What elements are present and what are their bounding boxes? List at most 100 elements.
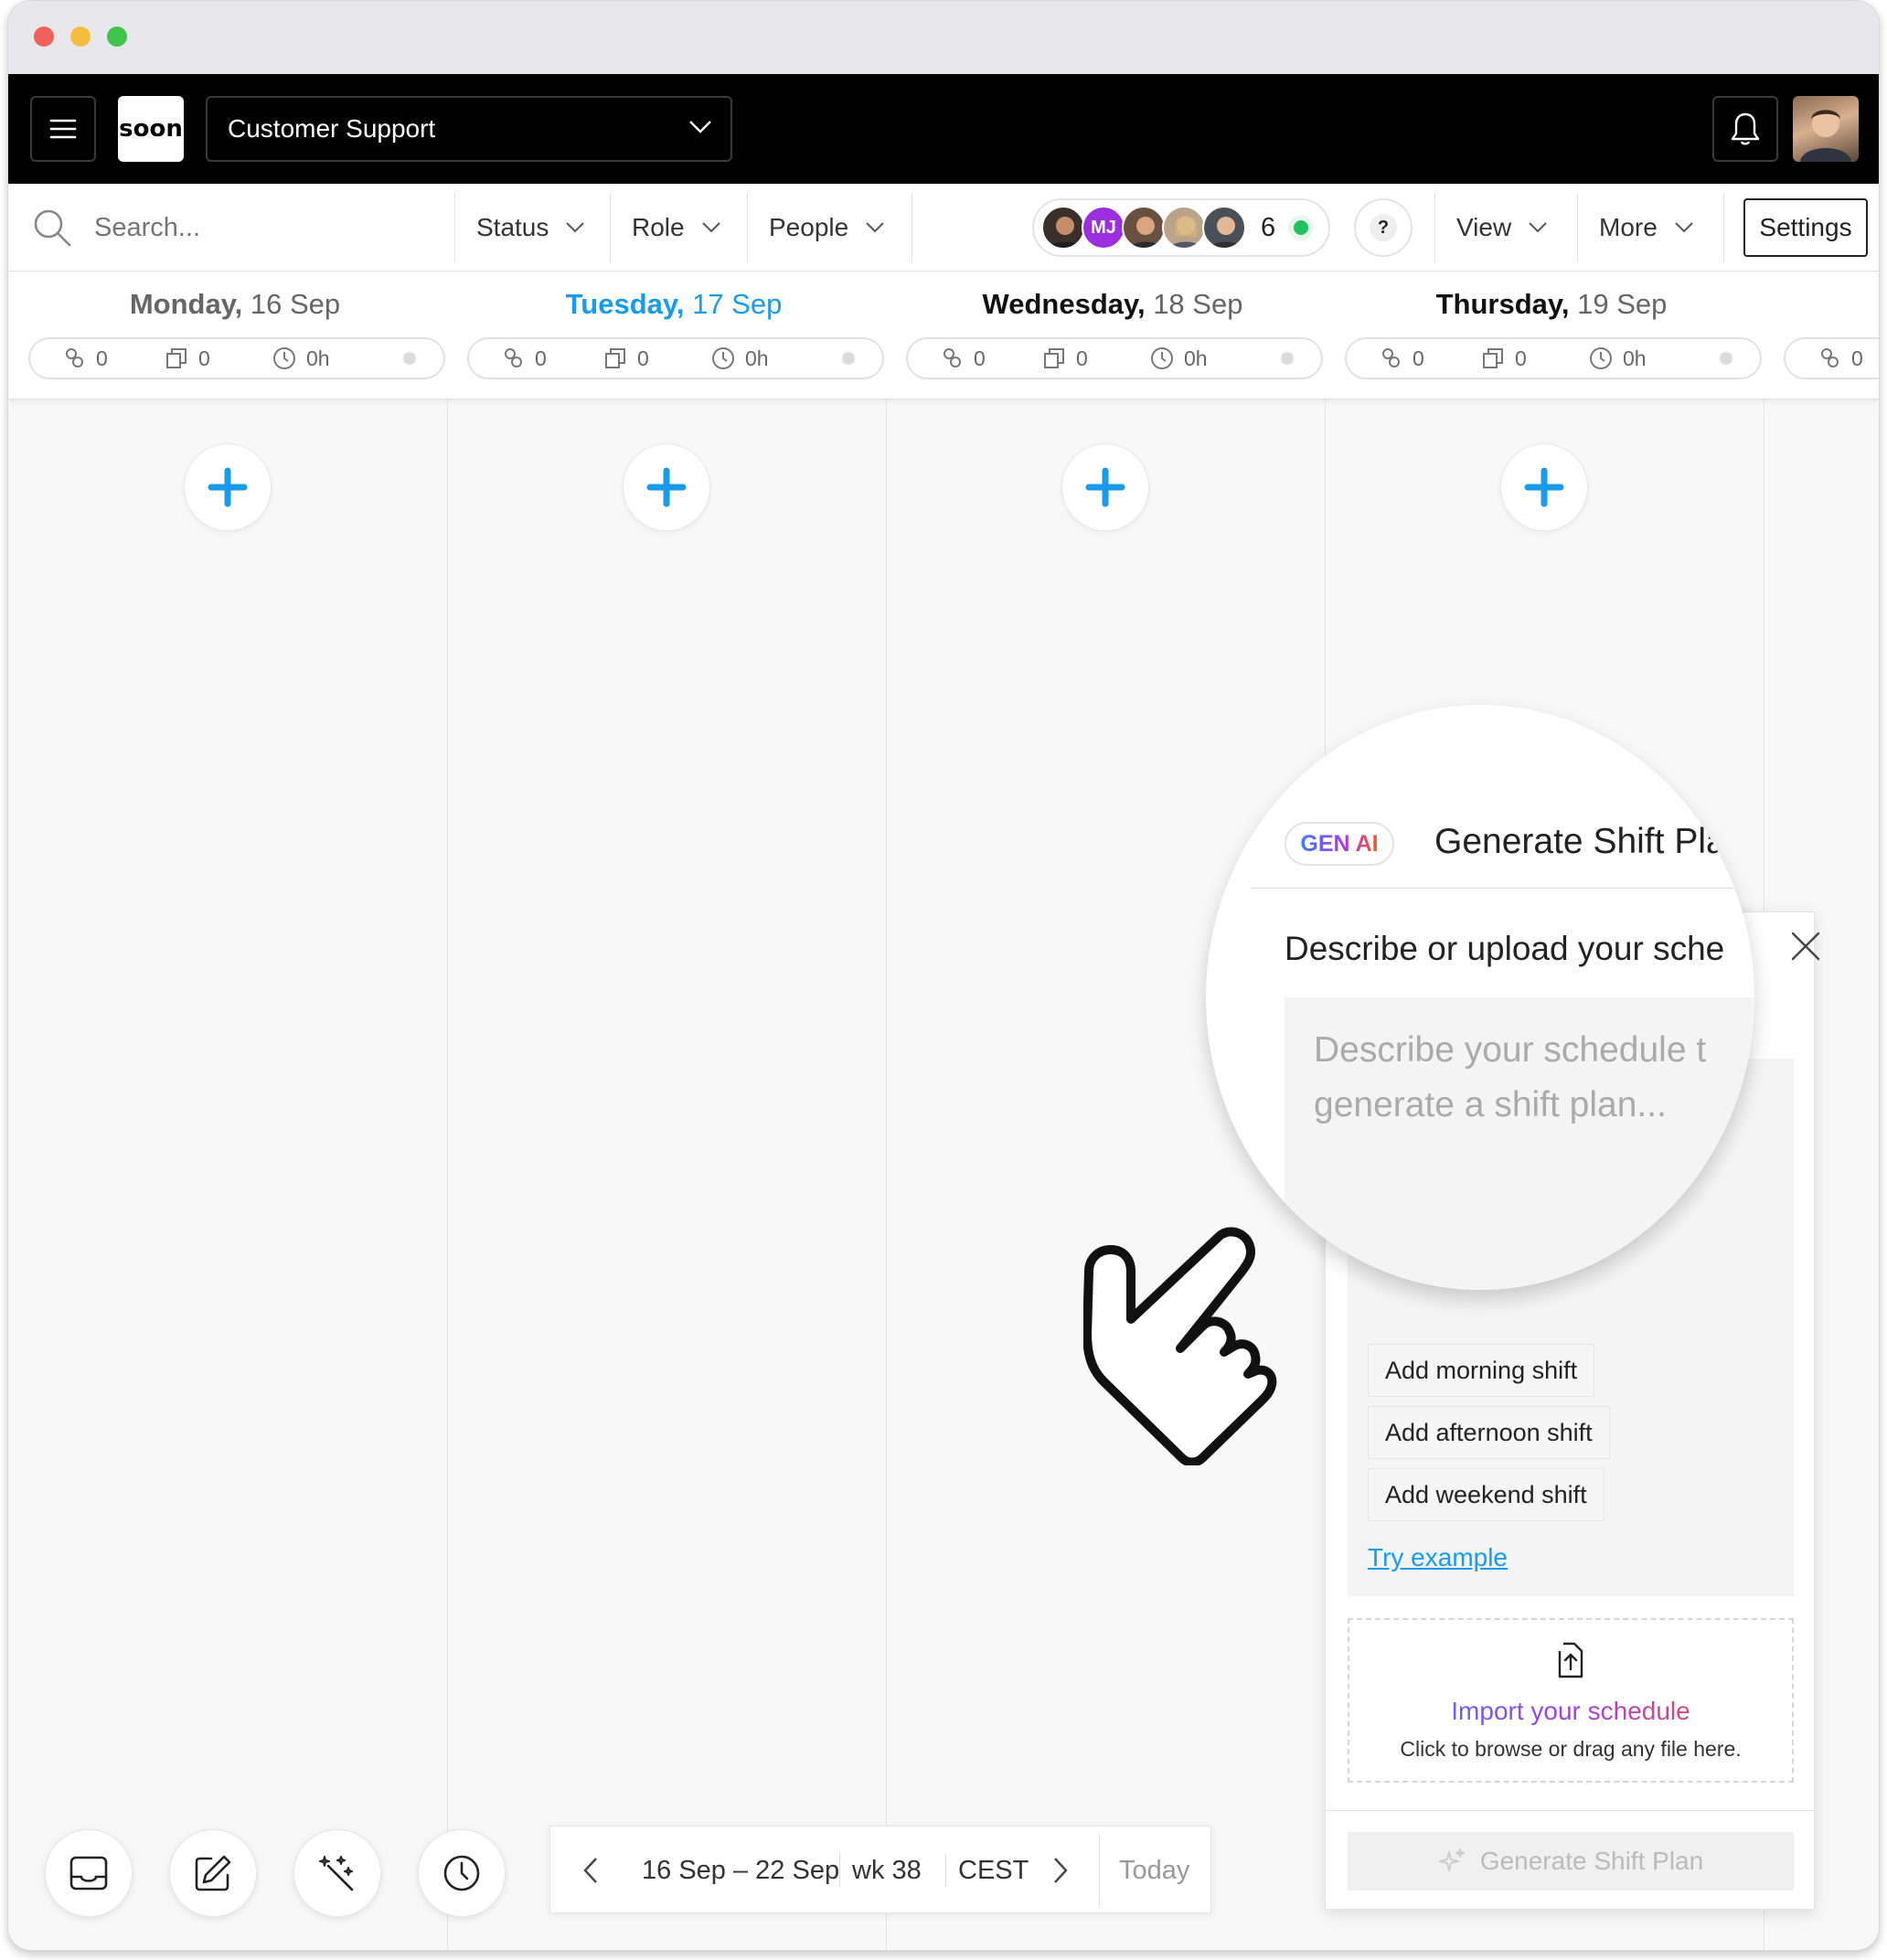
online-users[interactable]: MJ 6	[1032, 198, 1330, 257]
role-filter[interactable]: Role	[632, 184, 721, 272]
role-filter-label: Role	[632, 213, 685, 241]
panel-title: Generate Shift Plan	[1434, 822, 1746, 861]
panel-footer-divider	[1326, 1810, 1814, 1811]
chevron-down-icon	[689, 121, 711, 133]
day-header-thursday: Thursday, 19 Sep 0 0 0h	[1332, 272, 1771, 399]
try-example-link[interactable]: Try example	[1368, 1543, 1508, 1572]
view-menu[interactable]: View	[1456, 184, 1548, 272]
day-title: Thursday, 19 Sep	[1435, 288, 1668, 320]
status-dot	[842, 352, 855, 365]
people-count: 0	[96, 346, 108, 370]
zoom-window-button[interactable]	[107, 27, 127, 47]
gen-ai-badge: GEN AI	[1285, 822, 1394, 866]
search-icon	[34, 209, 71, 247]
today-button[interactable]: Today	[1119, 1856, 1189, 1886]
timezone-label[interactable]: CEST	[958, 1856, 1029, 1886]
add-shift-button-thursday[interactable]	[1500, 443, 1588, 531]
day-column-divider	[447, 399, 448, 1950]
close-window-button[interactable]	[34, 27, 54, 47]
suggestion-chip-afternoon[interactable]: Add afternoon shift	[1368, 1406, 1610, 1459]
generate-shift-plan-button[interactable]: Generate Shift Plan	[1348, 1832, 1794, 1891]
magnifier-lens: GEN AI Generate Shift Plan Describe or u…	[1206, 705, 1754, 1290]
search-input[interactable]	[94, 206, 442, 250]
user-avatar[interactable]	[1793, 96, 1859, 162]
divider	[1099, 1834, 1100, 1907]
online-status-indicator	[1288, 215, 1314, 240]
date-range-navigator: 16 Sep – 22 Sep wk 38 CEST Today	[549, 1826, 1211, 1913]
day-stats: 0 0 0h	[906, 337, 1323, 379]
settings-button[interactable]: Settings	[1743, 198, 1868, 257]
people-icon	[1821, 348, 1839, 368]
magic-wand-button[interactable]	[293, 1829, 381, 1917]
team-select[interactable]: Customer Support	[206, 96, 732, 162]
window-titlebar	[8, 1, 1879, 74]
history-button[interactable]	[418, 1829, 506, 1917]
team-member-avatar-mj: MJ	[1082, 206, 1125, 250]
edit-button[interactable]	[169, 1829, 257, 1917]
people-count: 0	[535, 346, 547, 370]
import-title: Import your schedule	[1349, 1697, 1792, 1726]
people-filter[interactable]: People	[769, 184, 885, 272]
clock-icon	[1590, 347, 1612, 369]
people-count: 0	[1851, 346, 1863, 370]
people-icon	[1382, 348, 1400, 368]
divider	[1723, 193, 1724, 262]
divider	[945, 1854, 946, 1887]
team-member-avatar	[1122, 206, 1166, 250]
suggestion-chip-morning[interactable]: Add morning shift	[1368, 1344, 1595, 1397]
week-header: Monday, 16 Sep 0 0 0h Tuesday, 17 Sep 0 …	[8, 272, 1879, 399]
app-header: soon Customer Support	[8, 74, 1879, 184]
chevron-left-icon	[583, 1858, 597, 1883]
schedule-textarea[interactable]: Describe your schedule t generate a shif…	[1285, 997, 1754, 1290]
user-avatar-image	[1800, 110, 1851, 162]
add-shift-button-monday[interactable]	[184, 443, 272, 531]
shifts-icon	[605, 348, 625, 368]
people-icon	[505, 348, 522, 368]
view-menu-label: View	[1456, 213, 1512, 241]
day-header-friday: 0	[1771, 272, 1879, 399]
day-column-divider	[1325, 399, 1326, 783]
next-week-button[interactable]	[1037, 1847, 1084, 1894]
notifications-button[interactable]	[1712, 96, 1778, 162]
add-shift-button-wednesday[interactable]	[1061, 443, 1149, 531]
suggestion-chip-weekend[interactable]: Add weekend shift	[1368, 1468, 1604, 1521]
shifts-icon	[1483, 348, 1503, 368]
gen-ai-badge-label: GEN AI	[1300, 830, 1379, 857]
clock-icon	[273, 347, 295, 369]
help-icon: ?	[1370, 214, 1397, 241]
clock-icon	[443, 1855, 480, 1891]
status-filter[interactable]: Status	[476, 184, 585, 272]
avatar-initials: MJ	[1091, 217, 1116, 238]
inbox-button[interactable]	[45, 1829, 133, 1917]
chevron-right-icon	[1054, 1858, 1068, 1883]
close-panel-button[interactable]	[1786, 926, 1826, 966]
clock-icon	[712, 347, 734, 369]
team-member-avatar	[1202, 206, 1246, 250]
plus-icon	[1524, 467, 1564, 507]
date-range-label[interactable]: 16 Sep – 22 Sep	[642, 1856, 839, 1886]
plus-icon	[208, 467, 248, 507]
minimize-window-button[interactable]	[70, 27, 91, 47]
divider	[839, 1854, 840, 1887]
inbox-icon	[69, 1856, 108, 1891]
magic-wand-icon	[319, 1856, 354, 1891]
close-icon	[1791, 932, 1820, 961]
pointer-hand-icon	[1083, 1227, 1277, 1465]
chevron-down-icon	[1675, 222, 1693, 233]
hours-total: 0h	[306, 346, 330, 370]
add-shift-button-tuesday[interactable]	[623, 443, 710, 531]
online-count: 6	[1261, 213, 1276, 242]
more-menu[interactable]: More	[1599, 184, 1694, 272]
day-stats: 0 0 0h	[467, 337, 884, 379]
app-logo: soon	[118, 96, 184, 162]
help-button[interactable]: ?	[1354, 198, 1413, 257]
import-file-icon	[1558, 1642, 1583, 1678]
day-stats: 0 0 0h	[28, 337, 445, 379]
day-title: Monday, 16 Sep	[129, 288, 341, 320]
shifts-icon	[1044, 348, 1064, 368]
import-dropzone[interactable]: Import your schedule Click to browse or …	[1348, 1618, 1794, 1783]
hours-total: 0h	[1623, 346, 1647, 370]
divider	[610, 193, 611, 262]
previous-week-button[interactable]	[567, 1847, 614, 1894]
menu-button[interactable]	[30, 96, 96, 162]
